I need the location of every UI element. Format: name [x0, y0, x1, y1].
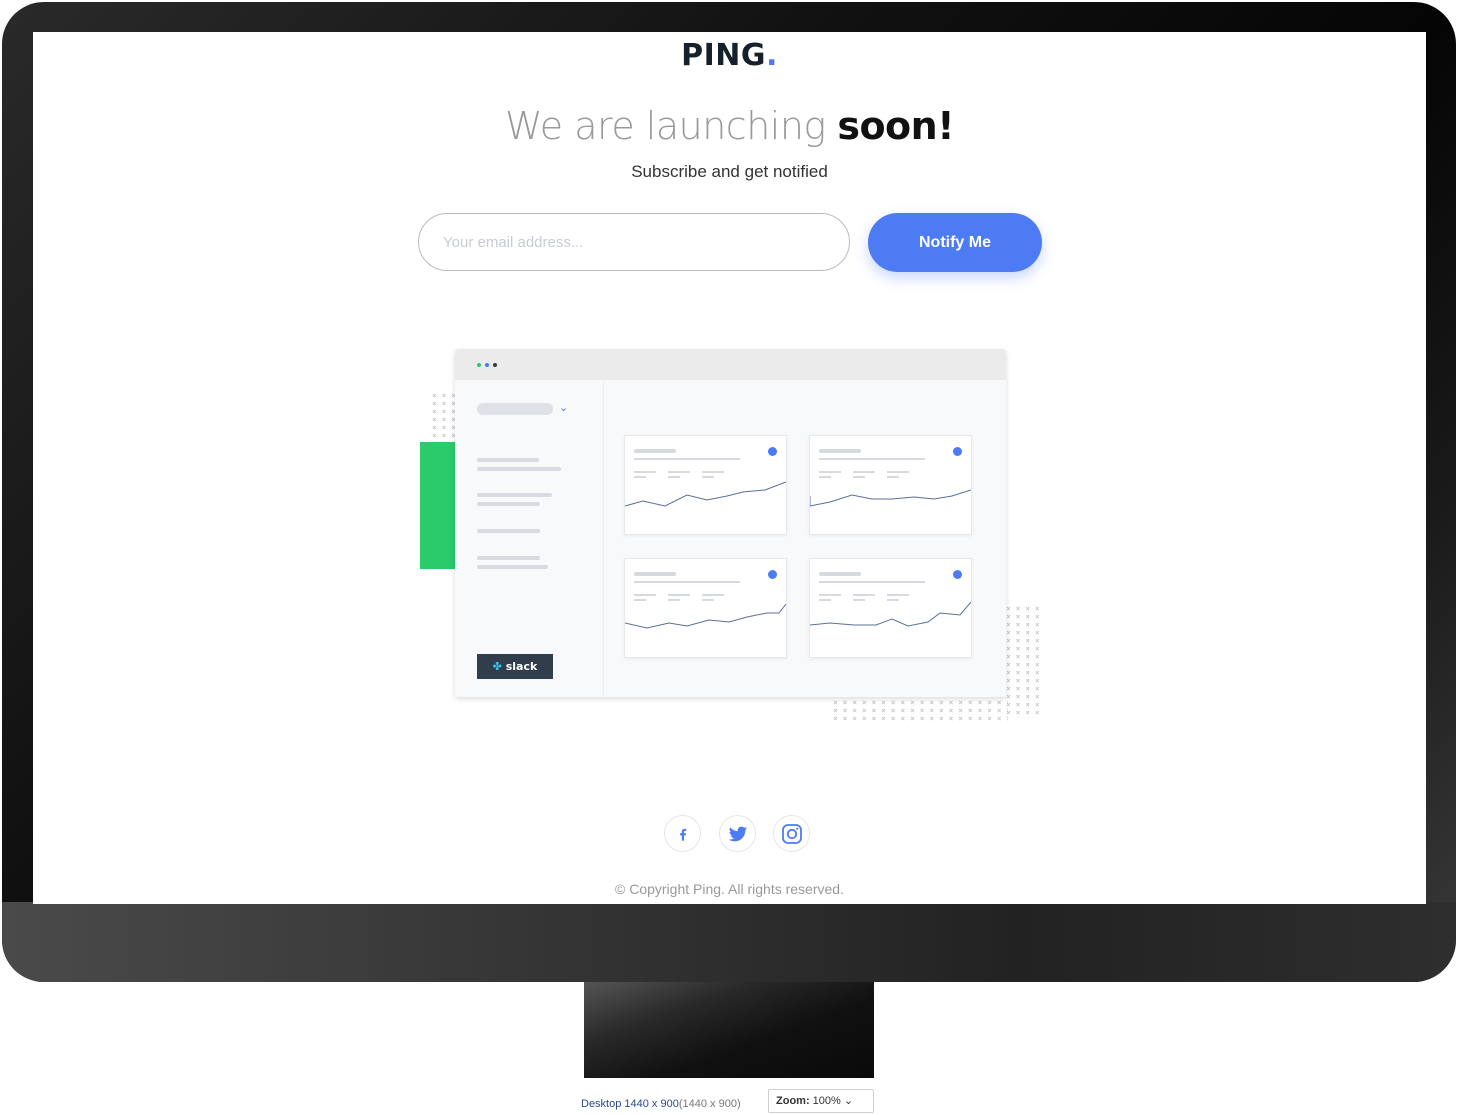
- instagram-icon: [781, 823, 802, 844]
- window-dot: [477, 363, 481, 367]
- social-link-facebook[interactable]: [664, 815, 701, 852]
- chart-card: [624, 558, 787, 658]
- app-window: ⌄ ✤ slack: [455, 349, 1006, 697]
- page-title: We are launching soon!: [33, 104, 1426, 148]
- chevron-down-icon: ⌄: [559, 402, 569, 414]
- dot-pattern-right: × × × × × × × × × × × × × × × × × × × × …: [1006, 605, 1040, 717]
- accent-bar: [420, 442, 458, 569]
- headline-bold: soon!: [837, 104, 955, 148]
- subtitle: Subscribe and get notified: [631, 162, 828, 181]
- chevron-down-icon: ⌄: [843, 1095, 854, 1107]
- sidebar-dropdown-pill: [477, 403, 553, 415]
- window-titlebar: [455, 349, 1006, 380]
- check-icon: [953, 447, 962, 456]
- notify-button[interactable]: Notify Me: [868, 213, 1042, 272]
- slack-icon: ✤: [492, 660, 502, 673]
- facebook-icon: [679, 828, 686, 841]
- copyright-text: © Copyright Ping. All rights reserved.: [615, 881, 844, 897]
- window-dot: [493, 363, 497, 367]
- twitter-icon: [728, 826, 747, 841]
- slack-badge: ✤ slack: [477, 654, 553, 679]
- app-sidebar: ⌄ ✤ slack: [455, 380, 604, 697]
- headline-light: We are launching: [504, 104, 826, 148]
- zoom-select[interactable]: Zoom: 100% ⌄: [768, 1089, 874, 1113]
- check-icon: [768, 570, 777, 579]
- check-icon: [953, 570, 962, 579]
- social-link-instagram[interactable]: [773, 815, 810, 852]
- logo-dot: .: [765, 38, 778, 73]
- chart-card: [809, 558, 972, 658]
- social-link-twitter[interactable]: [719, 815, 756, 852]
- screen: PING. We are launching soon! Subscribe a…: [33, 32, 1426, 904]
- logo: PING.: [681, 38, 778, 73]
- check-icon: [768, 447, 777, 456]
- chart-card: [809, 435, 972, 535]
- chart-card: [624, 435, 787, 535]
- dot-pattern-bottom: × × × × × × × × × × × × × × × × × × × × …: [833, 699, 1008, 723]
- monitor-stand: [584, 982, 874, 1078]
- dashboard-illustration: × × × × × × × × × × × × × × × × × × × × …: [418, 347, 1043, 727]
- email-field[interactable]: [418, 213, 850, 271]
- device-label: Desktop 1440 x 900(1440 x 900): [581, 1098, 741, 1110]
- window-dot: [485, 363, 489, 367]
